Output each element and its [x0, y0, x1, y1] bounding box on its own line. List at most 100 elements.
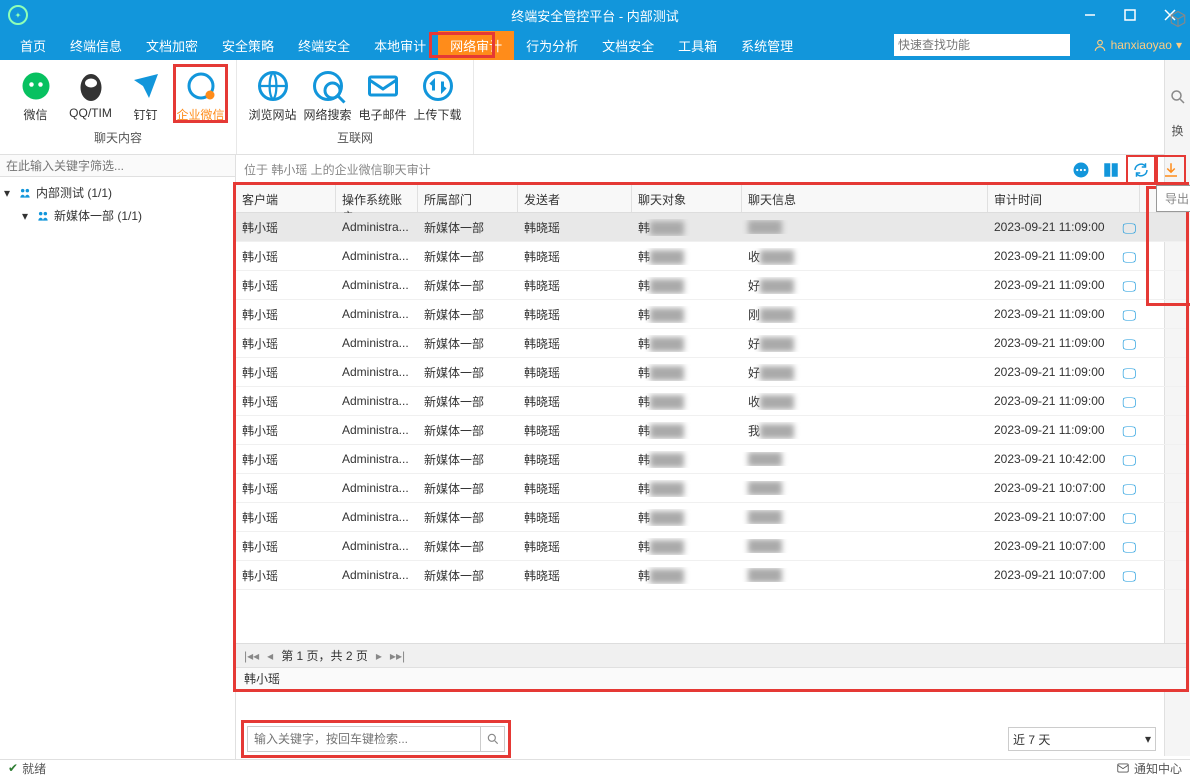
- last-page-button[interactable]: ▸▸|: [390, 649, 405, 663]
- table-actions: [1070, 159, 1182, 181]
- cell: 韩████: [632, 422, 742, 439]
- ribbon-label: 微信: [23, 106, 47, 123]
- cell: 新媒体一部: [418, 335, 518, 352]
- ribbon-group-label: 互联网: [337, 129, 373, 150]
- ribbon-qqtim[interactable]: QQ/TIM: [63, 64, 118, 123]
- cell: Administra...: [336, 452, 418, 466]
- cell: ████: [742, 510, 988, 524]
- menu-工具箱[interactable]: 工具箱: [666, 31, 729, 60]
- menu-首页[interactable]: 首页: [8, 31, 58, 60]
- menu-系统管理[interactable]: 系统管理: [729, 31, 805, 60]
- cell: 我████: [742, 422, 988, 439]
- time-range-select[interactable]: 近 7 天 ▾: [1008, 727, 1156, 751]
- keyword-input[interactable]: [248, 732, 480, 746]
- menu-行为分析[interactable]: 行为分析: [514, 31, 590, 60]
- table-row[interactable]: 韩小瑶Administra...新媒体一部韩晓瑶韩████刚████2023-0…: [236, 300, 1186, 329]
- ribbon-dingtalk[interactable]: 钉钉: [118, 64, 173, 123]
- table-row[interactable]: 韩小瑶Administra...新媒体一部韩晓瑶韩████好████2023-0…: [236, 358, 1186, 387]
- cell: 韩晓瑶: [518, 422, 632, 439]
- table-row[interactable]: 韩小瑶Administra...新媒体一部韩晓瑶韩████████2023-09…: [236, 561, 1186, 590]
- swap-label[interactable]: 换: [1171, 122, 1183, 139]
- col-1[interactable]: 操作系统账户: [336, 185, 418, 212]
- updown-icon: [420, 68, 456, 104]
- menu-安全策略[interactable]: 安全策略: [210, 31, 286, 60]
- cell: 新媒体一部: [418, 364, 518, 381]
- table-row[interactable]: 韩小瑶Administra...新媒体一部韩晓瑶韩████████2023-09…: [236, 532, 1186, 561]
- ribbon-websearch[interactable]: 网络搜索: [300, 64, 355, 123]
- table-row[interactable]: 韩小瑶Administra...新媒体一部韩晓瑶韩████我████2023-0…: [236, 416, 1186, 445]
- next-page-button[interactable]: ▸: [376, 649, 382, 663]
- user-icon: [1093, 38, 1107, 52]
- maximize-button[interactable]: [1110, 0, 1150, 30]
- tree-node[interactable]: ▾新媒体一部 (1/1): [0, 204, 235, 227]
- ribbon-wechat[interactable]: 微信: [8, 64, 63, 123]
- tree-label: 新媒体一部 (1/1): [54, 207, 142, 224]
- cell: 韩晓瑶: [518, 306, 632, 323]
- cell: 韩████: [632, 335, 742, 352]
- table-row[interactable]: 韩小瑶Administra...新媒体一部韩晓瑶韩████收████2023-0…: [236, 242, 1186, 271]
- notification-icon[interactable]: [1116, 761, 1130, 775]
- cell: 韩████: [632, 306, 742, 323]
- main-area: ▾内部测试 (1/1)▾新媒体一部 (1/1) 位于 韩小瑶 上的企业微信聊天审…: [0, 155, 1190, 759]
- cell: 韩████: [632, 277, 742, 294]
- table-row[interactable]: 韩小瑶Administra...新媒体一部韩晓瑶韩████好████2023-0…: [236, 271, 1186, 300]
- websearch-icon: [310, 68, 346, 104]
- col-3[interactable]: 发送者: [518, 185, 632, 212]
- tree-node[interactable]: ▾内部测试 (1/1): [0, 181, 235, 204]
- table-body[interactable]: 韩小瑶Administra...新媒体一部韩晓瑶韩████████2023-09…: [236, 213, 1186, 643]
- cell: 2023-09-21 10:42:00🖵: [988, 452, 1140, 466]
- ribbon-browse[interactable]: 浏览网站: [245, 64, 300, 123]
- col-2[interactable]: 所属部门: [418, 185, 518, 212]
- menu-网络审计[interactable]: 网络审计: [438, 31, 514, 60]
- keyword-search: [247, 726, 505, 752]
- cube-icon[interactable]: [1169, 10, 1187, 28]
- table-row[interactable]: 韩小瑶Administra...新媒体一部韩晓瑶韩████████2023-09…: [236, 474, 1186, 503]
- monitor-icon: 🖵: [1123, 365, 1137, 379]
- cell: 2023-09-21 11:09:00🖵: [988, 278, 1140, 292]
- function-search-input[interactable]: [894, 34, 1070, 56]
- current-user[interactable]: hanxiaoyao ▾: [1093, 38, 1182, 52]
- cell: 韩晓瑶: [518, 509, 632, 526]
- ribbon: 微信QQ/TIM钉钉企业微信聊天内容浏览网站网络搜索电子邮件上传下载互联网: [0, 60, 1190, 155]
- cell: 韩小瑶: [236, 451, 336, 468]
- cell: 韩小瑶: [236, 480, 336, 497]
- table-row[interactable]: 韩小瑶Administra...新媒体一部韩晓瑶韩████收████2023-0…: [236, 387, 1186, 416]
- ribbon-label: 钉钉: [133, 106, 157, 123]
- cell: 2023-09-21 10:07:00🖵: [988, 481, 1140, 495]
- col-4[interactable]: 聊天对象: [632, 185, 742, 212]
- notification-center[interactable]: 通知中心: [1134, 760, 1182, 777]
- chat-bubble-icon[interactable]: [1070, 159, 1092, 181]
- col-6[interactable]: 审计时间: [988, 185, 1140, 212]
- cell: 2023-09-21 11:09:00🖵: [988, 336, 1140, 350]
- keyword-search-button[interactable]: [480, 727, 504, 751]
- table-row[interactable]: 韩小瑶Administra...新媒体一部韩晓瑶韩████████2023-09…: [236, 445, 1186, 474]
- ribbon-updown[interactable]: 上传下载: [410, 64, 465, 123]
- ribbon-email[interactable]: 电子邮件: [355, 64, 410, 123]
- menu-终端信息[interactable]: 终端信息: [58, 31, 134, 60]
- search-side-icon[interactable]: [1169, 88, 1187, 106]
- ribbon-label: 网络搜索: [303, 106, 351, 123]
- cell: 韩晓瑶: [518, 393, 632, 410]
- tree-filter-input[interactable]: [0, 155, 235, 177]
- export-icon[interactable]: [1160, 159, 1182, 181]
- menu-文档加密[interactable]: 文档加密: [134, 31, 210, 60]
- first-page-button[interactable]: |◂◂: [244, 649, 259, 663]
- cell: 韩小瑶: [236, 538, 336, 555]
- col-0[interactable]: 客户端: [236, 185, 336, 212]
- menu-文档安全[interactable]: 文档安全: [590, 31, 666, 60]
- prev-page-button[interactable]: ◂: [267, 649, 273, 663]
- refresh-icon[interactable]: [1130, 159, 1152, 181]
- cell: 韩████: [632, 364, 742, 381]
- col-5[interactable]: 聊天信息: [742, 185, 988, 212]
- columns-icon[interactable]: [1100, 159, 1122, 181]
- table-row[interactable]: 韩小瑶Administra...新媒体一部韩晓瑶韩████████2023-09…: [236, 503, 1186, 532]
- ribbon-wecom[interactable]: 企业微信: [173, 64, 228, 123]
- table-row[interactable]: 韩小瑶Administra...新媒体一部韩晓瑶韩████好████2023-0…: [236, 329, 1186, 358]
- table-row[interactable]: 韩小瑶Administra...新媒体一部韩晓瑶韩████████2023-09…: [236, 213, 1186, 242]
- menu-终端安全[interactable]: 终端安全: [286, 31, 362, 60]
- menu-本地审计[interactable]: 本地审计: [362, 31, 438, 60]
- pager: |◂◂ ◂ 第 1 页，共 2 页 ▸ ▸▸|: [236, 643, 1186, 667]
- minimize-button[interactable]: [1070, 0, 1110, 30]
- cell: Administra...: [336, 394, 418, 408]
- cell: 韩████: [632, 248, 742, 265]
